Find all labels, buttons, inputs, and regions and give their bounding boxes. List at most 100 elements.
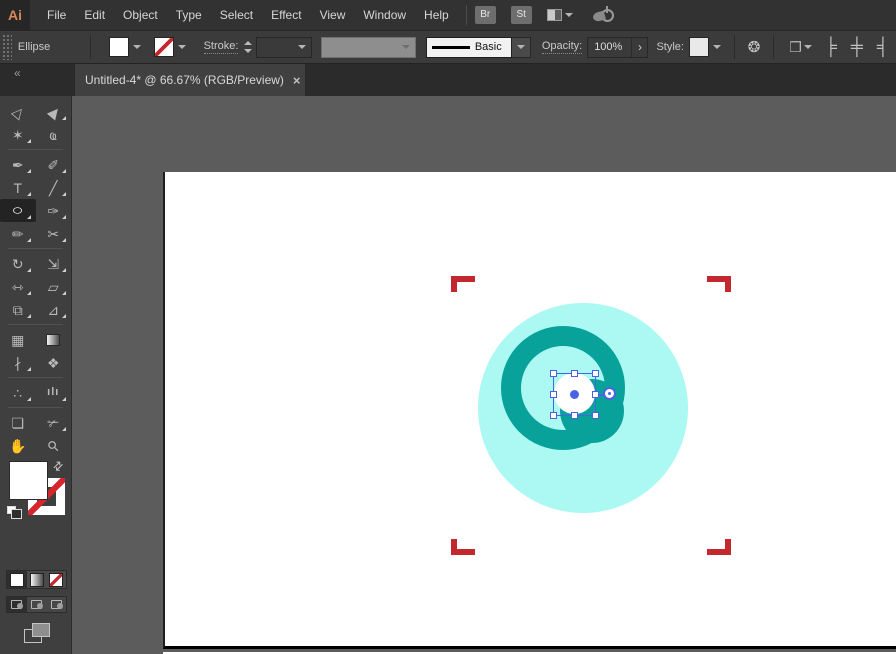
swap-fill-stroke-icon[interactable]: ⇄ [50, 457, 67, 474]
stock-button[interactable]: St [511, 6, 532, 24]
gradient-button[interactable] [27, 571, 47, 588]
collapse-panel-icon[interactable]: « [14, 66, 20, 80]
align-center-icon[interactable]: ╪ [851, 32, 863, 62]
brush-preview[interactable]: Basic [426, 37, 512, 58]
shape-builder-tool[interactable]: ⧉ [0, 298, 36, 321]
scissors-tool[interactable]: ✂ [36, 222, 72, 245]
pen-tool[interactable]: ✒ [0, 153, 36, 176]
menu-type[interactable]: Type [167, 0, 211, 30]
stroke-weight-label[interactable]: Stroke: [204, 40, 239, 54]
mesh-tool[interactable]: ▦ [0, 328, 36, 351]
live-shape-widget[interactable] [603, 387, 616, 400]
scale-tool[interactable]: ⇲ [36, 252, 72, 275]
gradient-tool[interactable] [36, 328, 72, 351]
selection-handle-top-right[interactable] [592, 370, 599, 377]
slice-tool[interactable]: ✃ [36, 411, 72, 434]
crop-mark-bottom-right [707, 539, 731, 555]
align-left-icon[interactable]: ╞ [825, 32, 837, 62]
artboard-tool[interactable]: ❏ [0, 411, 36, 434]
fill-indicator[interactable] [10, 462, 47, 499]
stroke-weight-select[interactable] [256, 37, 311, 58]
crop-mark-top-right [707, 276, 731, 292]
zoom-tool[interactable]: ⚲ [36, 434, 72, 457]
direct-selection-tool[interactable]: ▶ [36, 100, 72, 123]
rotate-tool[interactable]: ↻ [0, 252, 36, 275]
graphic-style-swatch[interactable] [690, 38, 708, 56]
bridge-button[interactable]: Br [475, 6, 496, 24]
selection-bounding-box[interactable] [553, 373, 596, 416]
tools-separator [8, 149, 63, 150]
stepper-down-icon[interactable] [244, 49, 252, 53]
eyedropper-tool[interactable]: ∤ [0, 351, 36, 374]
controlbar-grip[interactable] [2, 34, 12, 60]
selection-handle-top-left[interactable] [550, 370, 557, 377]
align-right-icon[interactable]: ╡ [877, 32, 889, 62]
perspective-grid-tool[interactable]: ⊿ [36, 298, 72, 321]
selection-handle-bottom-right[interactable] [592, 412, 599, 419]
menu-help[interactable]: Help [415, 0, 458, 30]
app-logo-icon[interactable]: Ai [0, 0, 30, 30]
free-transform-tool[interactable]: ▱ [36, 275, 72, 298]
menu-effect[interactable]: Effect [262, 0, 310, 30]
width-tool[interactable]: ⇿ [0, 275, 36, 298]
default-fill-stroke-icon[interactable] [7, 506, 16, 514]
type-tool[interactable]: T [0, 176, 36, 199]
draw-behind-button[interactable] [27, 597, 47, 612]
draw-inside-button[interactable] [46, 597, 66, 612]
opacity-label[interactable]: Opacity: [542, 40, 582, 54]
menu-object[interactable]: Object [114, 0, 167, 30]
menu-edit[interactable]: Edit [75, 0, 114, 30]
tool-context-label: Ellipse [18, 41, 81, 53]
opacity-field[interactable]: 100% › [587, 37, 648, 58]
style-chevron-icon[interactable] [713, 45, 721, 49]
opacity-value[interactable]: 100% [588, 41, 631, 53]
screen-mode-icon[interactable] [24, 623, 50, 643]
none-button[interactable] [46, 571, 66, 588]
symbol-sprayer-tool[interactable]: ∴ [0, 381, 36, 404]
type-tool-icon: T [13, 181, 22, 195]
artboard[interactable] [163, 172, 896, 649]
recolor-artwork-icon[interactable]: ❂ [748, 38, 761, 56]
pencil-tool[interactable]: ✏ [0, 222, 36, 245]
fill-chevron-icon[interactable] [133, 45, 141, 49]
ellipse-tool[interactable]: ○ [0, 199, 36, 222]
fill-color-swatch[interactable] [110, 38, 128, 56]
menu-select[interactable]: Select [211, 0, 262, 30]
stroke-weight-stepper[interactable] [244, 41, 252, 53]
selection-tool-icon: ▷ [9, 103, 27, 120]
line-segment-tool-icon: ╱ [49, 181, 57, 195]
selection-handle-bottom-left[interactable] [550, 412, 557, 419]
gpu-performance-icon[interactable] [601, 9, 614, 22]
menu-view[interactable]: View [311, 0, 355, 30]
color-button[interactable] [7, 571, 27, 588]
menu-file[interactable]: File [38, 0, 75, 30]
brush-chevron-button[interactable] [512, 37, 531, 58]
selection-handle-bottom-middle[interactable] [571, 412, 578, 419]
paintbrush-tool[interactable]: ✑ [36, 199, 72, 222]
close-tab-icon[interactable]: × [293, 73, 301, 88]
document-setup-button[interactable]: ❒ [789, 39, 812, 56]
stroke-color-swatch[interactable] [155, 38, 173, 56]
selection-tool[interactable]: ▷ [0, 100, 36, 123]
opacity-spin-icon[interactable]: › [631, 38, 647, 57]
selection-handle-middle-left[interactable] [550, 391, 557, 398]
selection-center-point[interactable] [570, 390, 579, 399]
blend-tool[interactable]: ❖ [36, 351, 72, 374]
magic-wand-tool[interactable]: ✶ [0, 123, 36, 146]
stroke-chevron-icon[interactable] [178, 45, 186, 49]
document-tab[interactable]: Untitled-4* @ 66.67% (RGB/Preview) × [75, 64, 305, 96]
hand-tool[interactable]: ✋ [0, 434, 36, 457]
lasso-tool[interactable]: ҩ [36, 123, 72, 146]
selection-handle-top-middle[interactable] [571, 370, 578, 377]
brush-definition-select[interactable]: Basic [426, 37, 531, 58]
workspace-switcher-icon[interactable] [547, 9, 562, 21]
canvas-area[interactable] [72, 96, 896, 654]
menu-window[interactable]: Window [354, 0, 415, 30]
draw-normal-button[interactable] [7, 597, 27, 612]
column-graph-tool[interactable]: ılı [36, 381, 72, 404]
workspace-chevron-icon[interactable] [565, 13, 573, 17]
stepper-up-icon[interactable] [244, 41, 252, 45]
curvature-tool[interactable]: ✐ [36, 153, 72, 176]
width-tool-icon: ⇿ [12, 280, 24, 294]
line-segment-tool[interactable]: ╱ [36, 176, 72, 199]
